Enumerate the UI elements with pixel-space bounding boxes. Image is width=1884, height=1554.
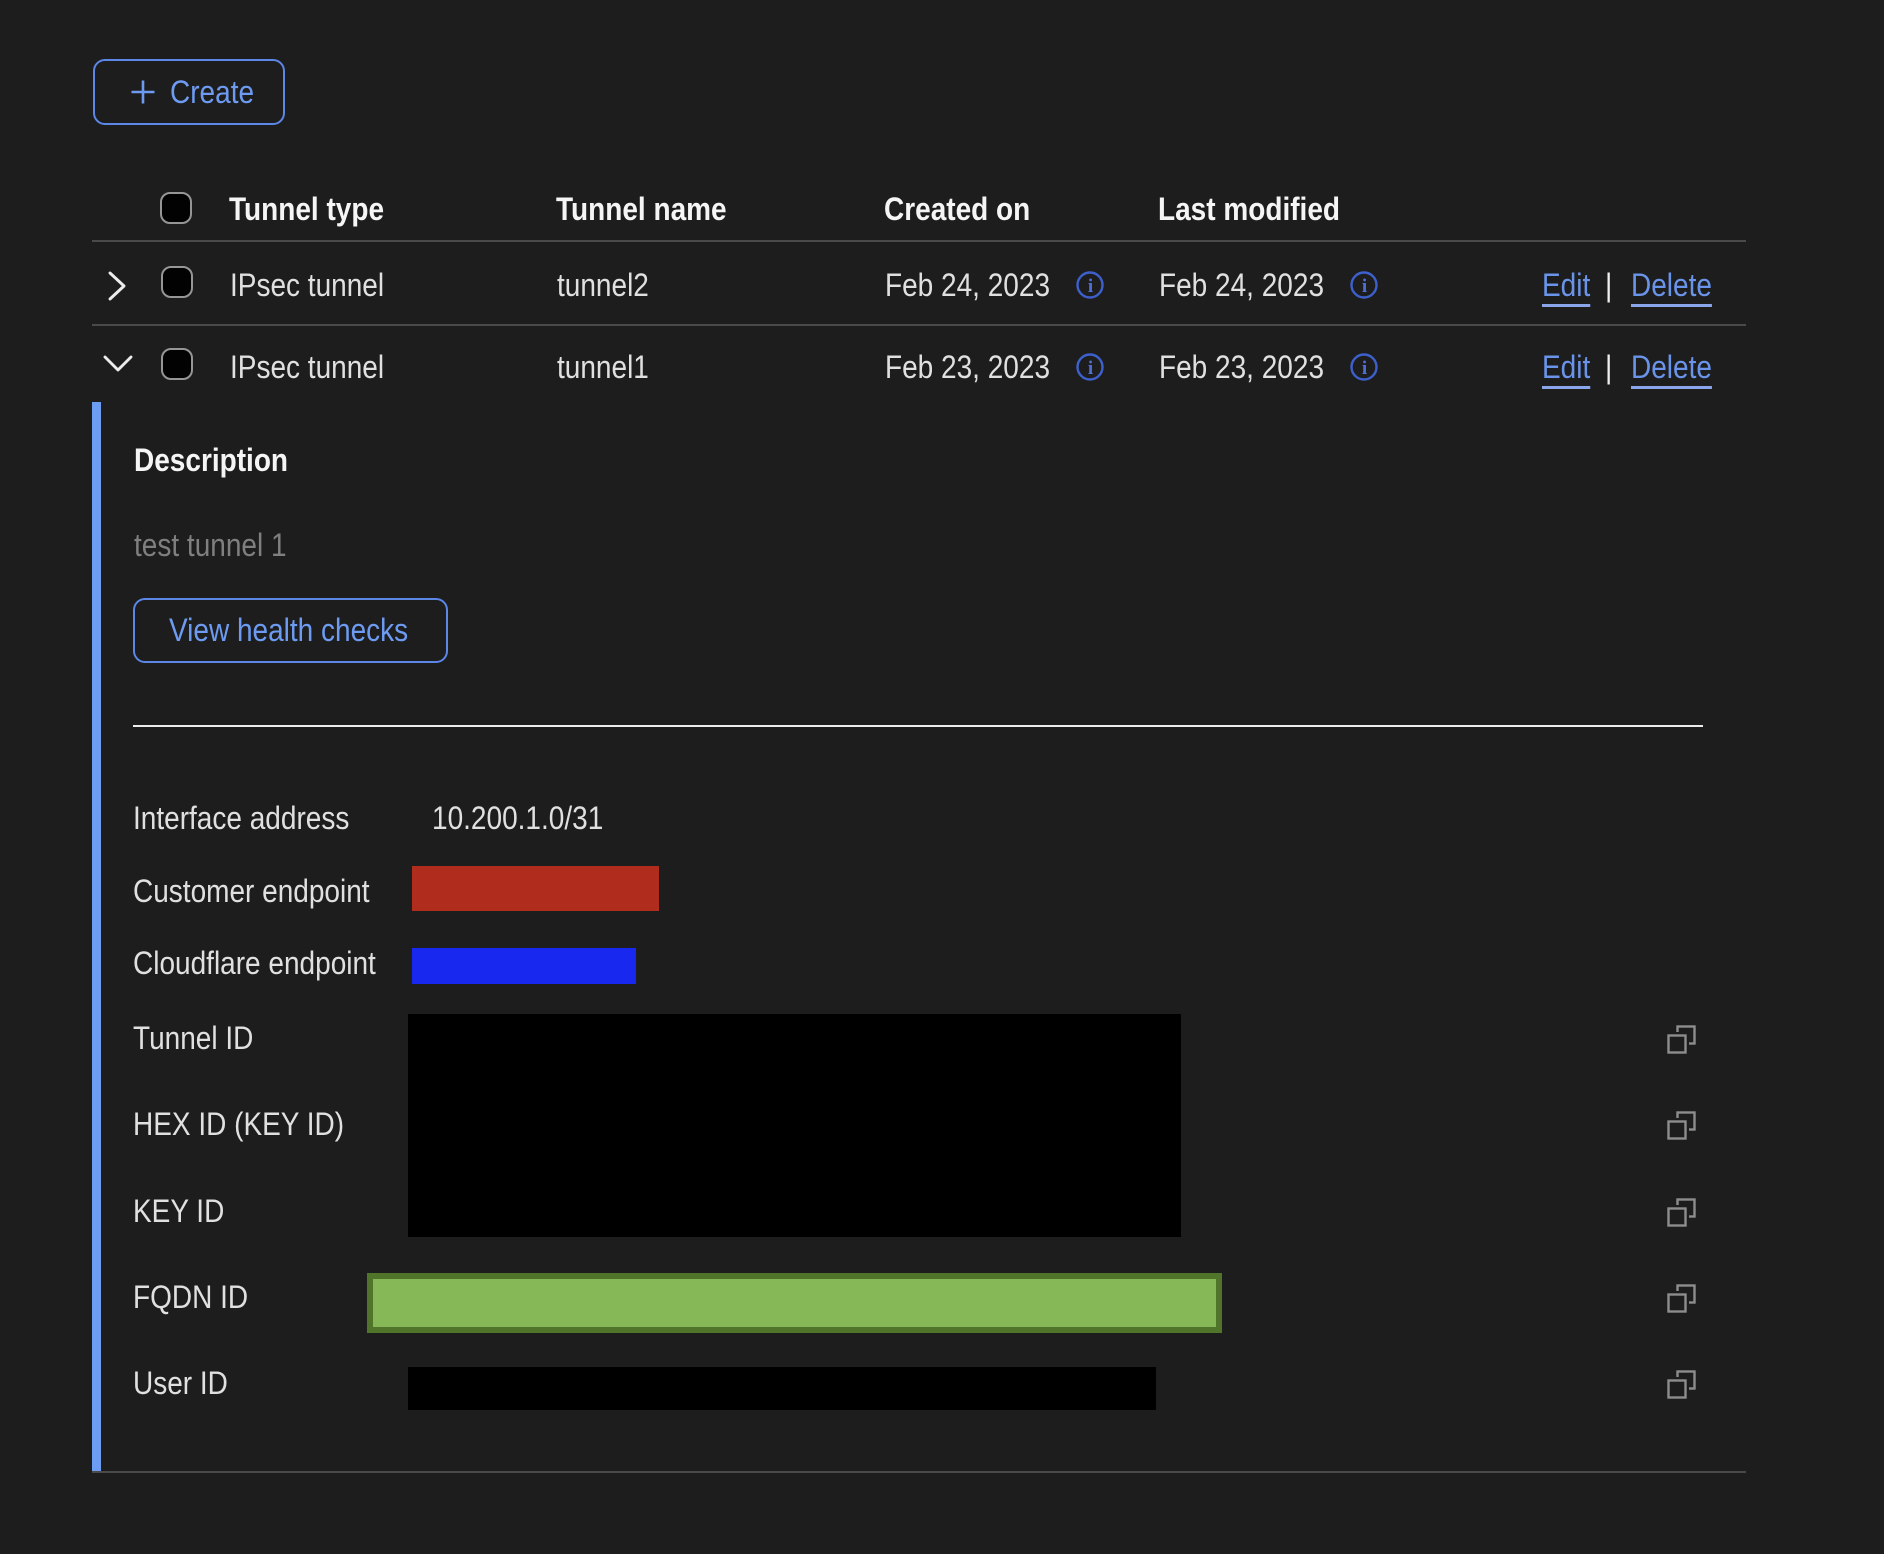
svg-text:i: i (1362, 358, 1367, 379)
svg-text:i: i (1362, 276, 1367, 297)
svg-text:i: i (1088, 358, 1093, 379)
svg-text:i: i (1088, 276, 1093, 297)
